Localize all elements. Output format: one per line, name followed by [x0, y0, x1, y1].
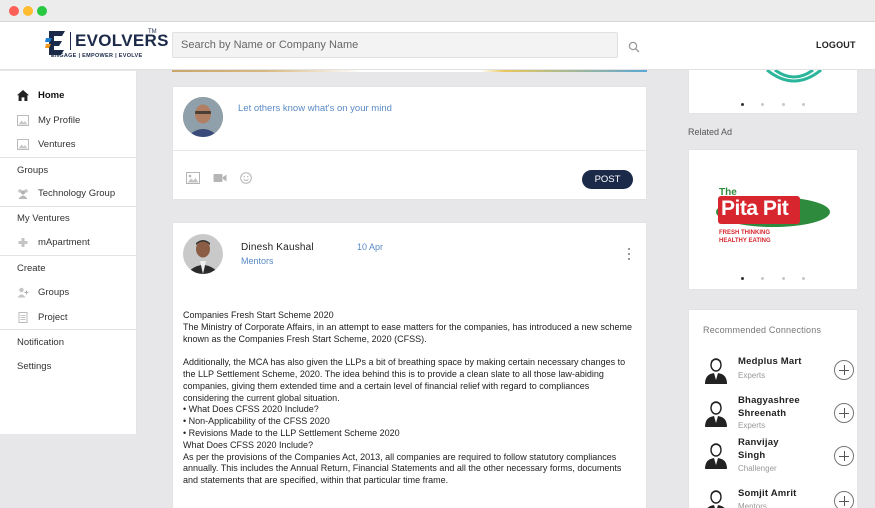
- sidebar-item-mapartment[interactable]: mApartment: [0, 232, 136, 256]
- sidebar-item-technology-group[interactable]: Technology Group: [0, 183, 136, 207]
- sidebar-item-label: Home: [38, 90, 65, 101]
- person-icon: [705, 358, 727, 384]
- sidebar-item-label: My Profile: [38, 115, 81, 126]
- ad-tagline-1: FRESH THINKING: [719, 230, 770, 236]
- more-options-icon[interactable]: [627, 248, 631, 262]
- person-icon: [707, 490, 725, 508]
- sidebar-item-label: Ventures: [38, 139, 76, 150]
- connection-item[interactable]: Somjit Amrit Mentors: [703, 488, 859, 508]
- close-window-button[interactable]: [9, 6, 19, 16]
- pita-pit-logo: The Pita Pit FRESH THINKING HEALTHY EATI…: [716, 187, 832, 249]
- sidebar-item-create-groups[interactable]: Groups: [0, 282, 136, 306]
- related-ad-label: Related Ad: [688, 127, 733, 137]
- composer-input[interactable]: Let others know what's on your mind: [238, 103, 392, 114]
- top-ad-card[interactable]: [688, 70, 858, 114]
- post-date: 10 Apr: [357, 242, 384, 252]
- image-icon[interactable]: [186, 172, 200, 184]
- sidebar-item-settings[interactable]: Settings: [17, 361, 51, 372]
- sidebar-heading-groups[interactable]: Groups: [17, 165, 48, 176]
- window-titlebar: [0, 0, 875, 22]
- ad-brand-main: Pita Pit: [721, 197, 789, 220]
- sidebar-item-home[interactable]: Home: [0, 85, 136, 109]
- connection-item[interactable]: Medplus Mart Experts: [703, 356, 859, 386]
- connection-role: Mentors: [738, 502, 767, 508]
- search-input[interactable]: [172, 32, 618, 58]
- post-body: Companies Fresh Start Scheme 2020 The Mi…: [183, 310, 633, 487]
- current-user-avatar[interactable]: [183, 97, 223, 137]
- evolvers-logo[interactable]: EVOLVERS TM ENGAGE | EMPOWER | EVOLVE: [45, 28, 168, 64]
- connection-item[interactable]: Ranvijay Singh Challenger: [703, 437, 859, 473]
- connection-role: Challenger: [738, 464, 777, 473]
- plus-icon: [18, 238, 28, 247]
- post-button[interactable]: POST: [582, 170, 633, 189]
- sidebar-heading-create[interactable]: Create: [17, 263, 46, 274]
- connection-item[interactable]: Bhagyashree Shreenath Experts: [703, 395, 859, 431]
- post-paragraph: Additionally, the MCA has also given the…: [183, 357, 626, 486]
- image-icon: [17, 139, 29, 150]
- maximize-window-button[interactable]: [37, 6, 47, 16]
- recommended-connections-title: Recommended Connections: [703, 325, 822, 335]
- post-author-name[interactable]: Dinesh Kaushal: [241, 242, 314, 253]
- home-icon: [17, 90, 29, 101]
- video-icon[interactable]: [213, 172, 227, 184]
- search-icon[interactable]: [628, 41, 640, 53]
- connection-name: Somjit Amrit: [738, 488, 797, 499]
- add-connection-button[interactable]: [834, 491, 854, 508]
- logo-tagline: ENGAGE | EMPOWER | EVOLVE: [51, 53, 143, 59]
- document-icon: [18, 312, 28, 323]
- connection-name: Medplus Mart: [738, 356, 802, 367]
- post-author-role: Mentors: [241, 256, 274, 266]
- connection-role: Experts: [738, 421, 766, 430]
- image-icon: [17, 115, 29, 126]
- feed-banner-edge: [172, 70, 647, 72]
- add-connection-button[interactable]: [834, 403, 854, 423]
- sidebar-divider: [0, 255, 136, 256]
- top-header: EVOLVERS TM ENGAGE | EMPOWER | EVOLVE LO…: [0, 22, 875, 70]
- sidebar-heading-my-ventures[interactable]: My Ventures: [17, 213, 70, 224]
- sidebar-divider: [0, 206, 136, 207]
- add-connection-button[interactable]: [834, 360, 854, 380]
- sidebar-item-my-profile[interactable]: My Profile: [0, 110, 136, 134]
- sidebar-item-ventures[interactable]: Ventures: [0, 134, 136, 158]
- left-sidebar: Home My Profile Ventures Groups Technolo…: [0, 71, 137, 434]
- emoji-icon[interactable]: [240, 172, 254, 184]
- sidebar-divider: [0, 329, 136, 330]
- connection-role: Experts: [738, 371, 766, 380]
- logout-button[interactable]: LOGOUT: [816, 40, 856, 50]
- sidebar-item-notification[interactable]: Notification: [17, 337, 64, 348]
- sidebar-item-create-project[interactable]: Project: [0, 307, 136, 331]
- person-icon: [705, 401, 727, 427]
- group-icon: [18, 189, 28, 199]
- person-icon: [705, 443, 727, 469]
- sidebar-item-label: Project: [38, 312, 68, 323]
- connection-name: Ranvijay Singh: [738, 437, 779, 461]
- ad-tagline-2: HEALTHY EATING: [719, 238, 771, 244]
- minimize-window-button[interactable]: [23, 6, 33, 16]
- add-user-icon: [17, 287, 29, 298]
- logo-divider: [70, 32, 71, 50]
- connection-name: Bhagyashree Shreenath: [738, 395, 800, 419]
- sidebar-divider: [0, 157, 136, 158]
- sidebar-item-label: Technology Group: [38, 188, 116, 199]
- post-author-avatar[interactable]: [183, 234, 223, 274]
- post-paragraph: Companies Fresh Start Scheme 2020 The Mi…: [183, 310, 633, 344]
- composer-divider: [172, 150, 647, 151]
- sidebar-item-label: mApartment: [38, 237, 90, 248]
- sidebar-item-label: Groups: [38, 287, 70, 298]
- user-photo-icon: [183, 97, 223, 137]
- add-connection-button[interactable]: [834, 446, 854, 466]
- logo-trademark: TM: [148, 29, 157, 35]
- ad-swirl-icon: [766, 70, 822, 83]
- author-photo-icon: [183, 234, 223, 274]
